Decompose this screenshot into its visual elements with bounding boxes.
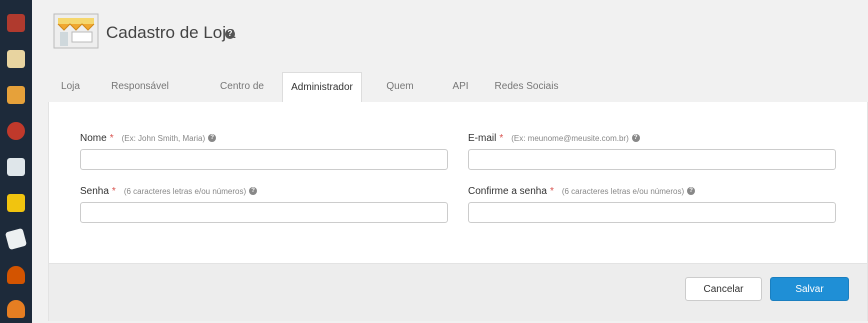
tab-api[interactable]: API [448,72,473,102]
nome-field[interactable] [80,149,448,170]
senha-label: Senha * (6 caracteres letras e/ou números)… [80,186,258,197]
nome-label: Nome * (Ex: John Smith, Maria)? [80,133,217,144]
confirme-label: Confirme a senha * (6 caracteres letras e/… [468,186,696,197]
note-icon[interactable] [4,227,28,251]
help-icon: ? [249,187,258,196]
page-header: Cadastro de Loja ? [34,0,868,70]
box-icon[interactable] [7,14,25,32]
page-title: Cadastro de Loja [106,23,236,42]
tab-centro-distribuicao[interactable]: Centro de Distribuição [194,72,290,122]
card-icon[interactable] [7,158,25,176]
help-icon: ? [631,134,640,143]
store-illustration [53,13,99,49]
tab-loja[interactable]: Loja [58,72,83,102]
email-label: E-mail * (Ex: meunome@meusite.com.br)? [468,133,640,144]
truck-icon[interactable] [7,194,25,212]
tab-quem-somos[interactable]: Quem Somos [370,72,430,122]
users-icon[interactable] [7,266,25,284]
tab-responsavel[interactable]: Responsável [106,72,174,102]
tab-bar: Loja Responsável Centro de Distribuição … [48,72,868,122]
discount-icon[interactable] [7,122,25,140]
cancel-button[interactable]: Cancelar [685,277,762,301]
form-footer: Cancelar Salvar [49,263,867,321]
sidebar-rail [0,0,32,323]
tab-redes-sociais[interactable]: Redes Sociais [494,72,559,102]
confirme-senha-field[interactable] [468,202,836,223]
main-area: Cadastro de Loja ? Loja Responsável Cent… [34,0,868,323]
help-icon[interactable]: ? [225,29,235,39]
package-icon[interactable] [7,86,25,104]
help-icon: ? [208,134,217,143]
store-icon[interactable] [7,50,25,68]
form-panel: Nome * (Ex: John Smith, Maria)? E-mail * (Ex… [48,102,868,321]
senha-field[interactable] [80,202,448,223]
save-button[interactable]: Salvar [770,277,849,301]
help-icon: ? [687,187,696,196]
email-field[interactable] [468,149,836,170]
tab-administrador[interactable]: Administrador [282,72,362,102]
person-icon[interactable] [7,300,25,318]
